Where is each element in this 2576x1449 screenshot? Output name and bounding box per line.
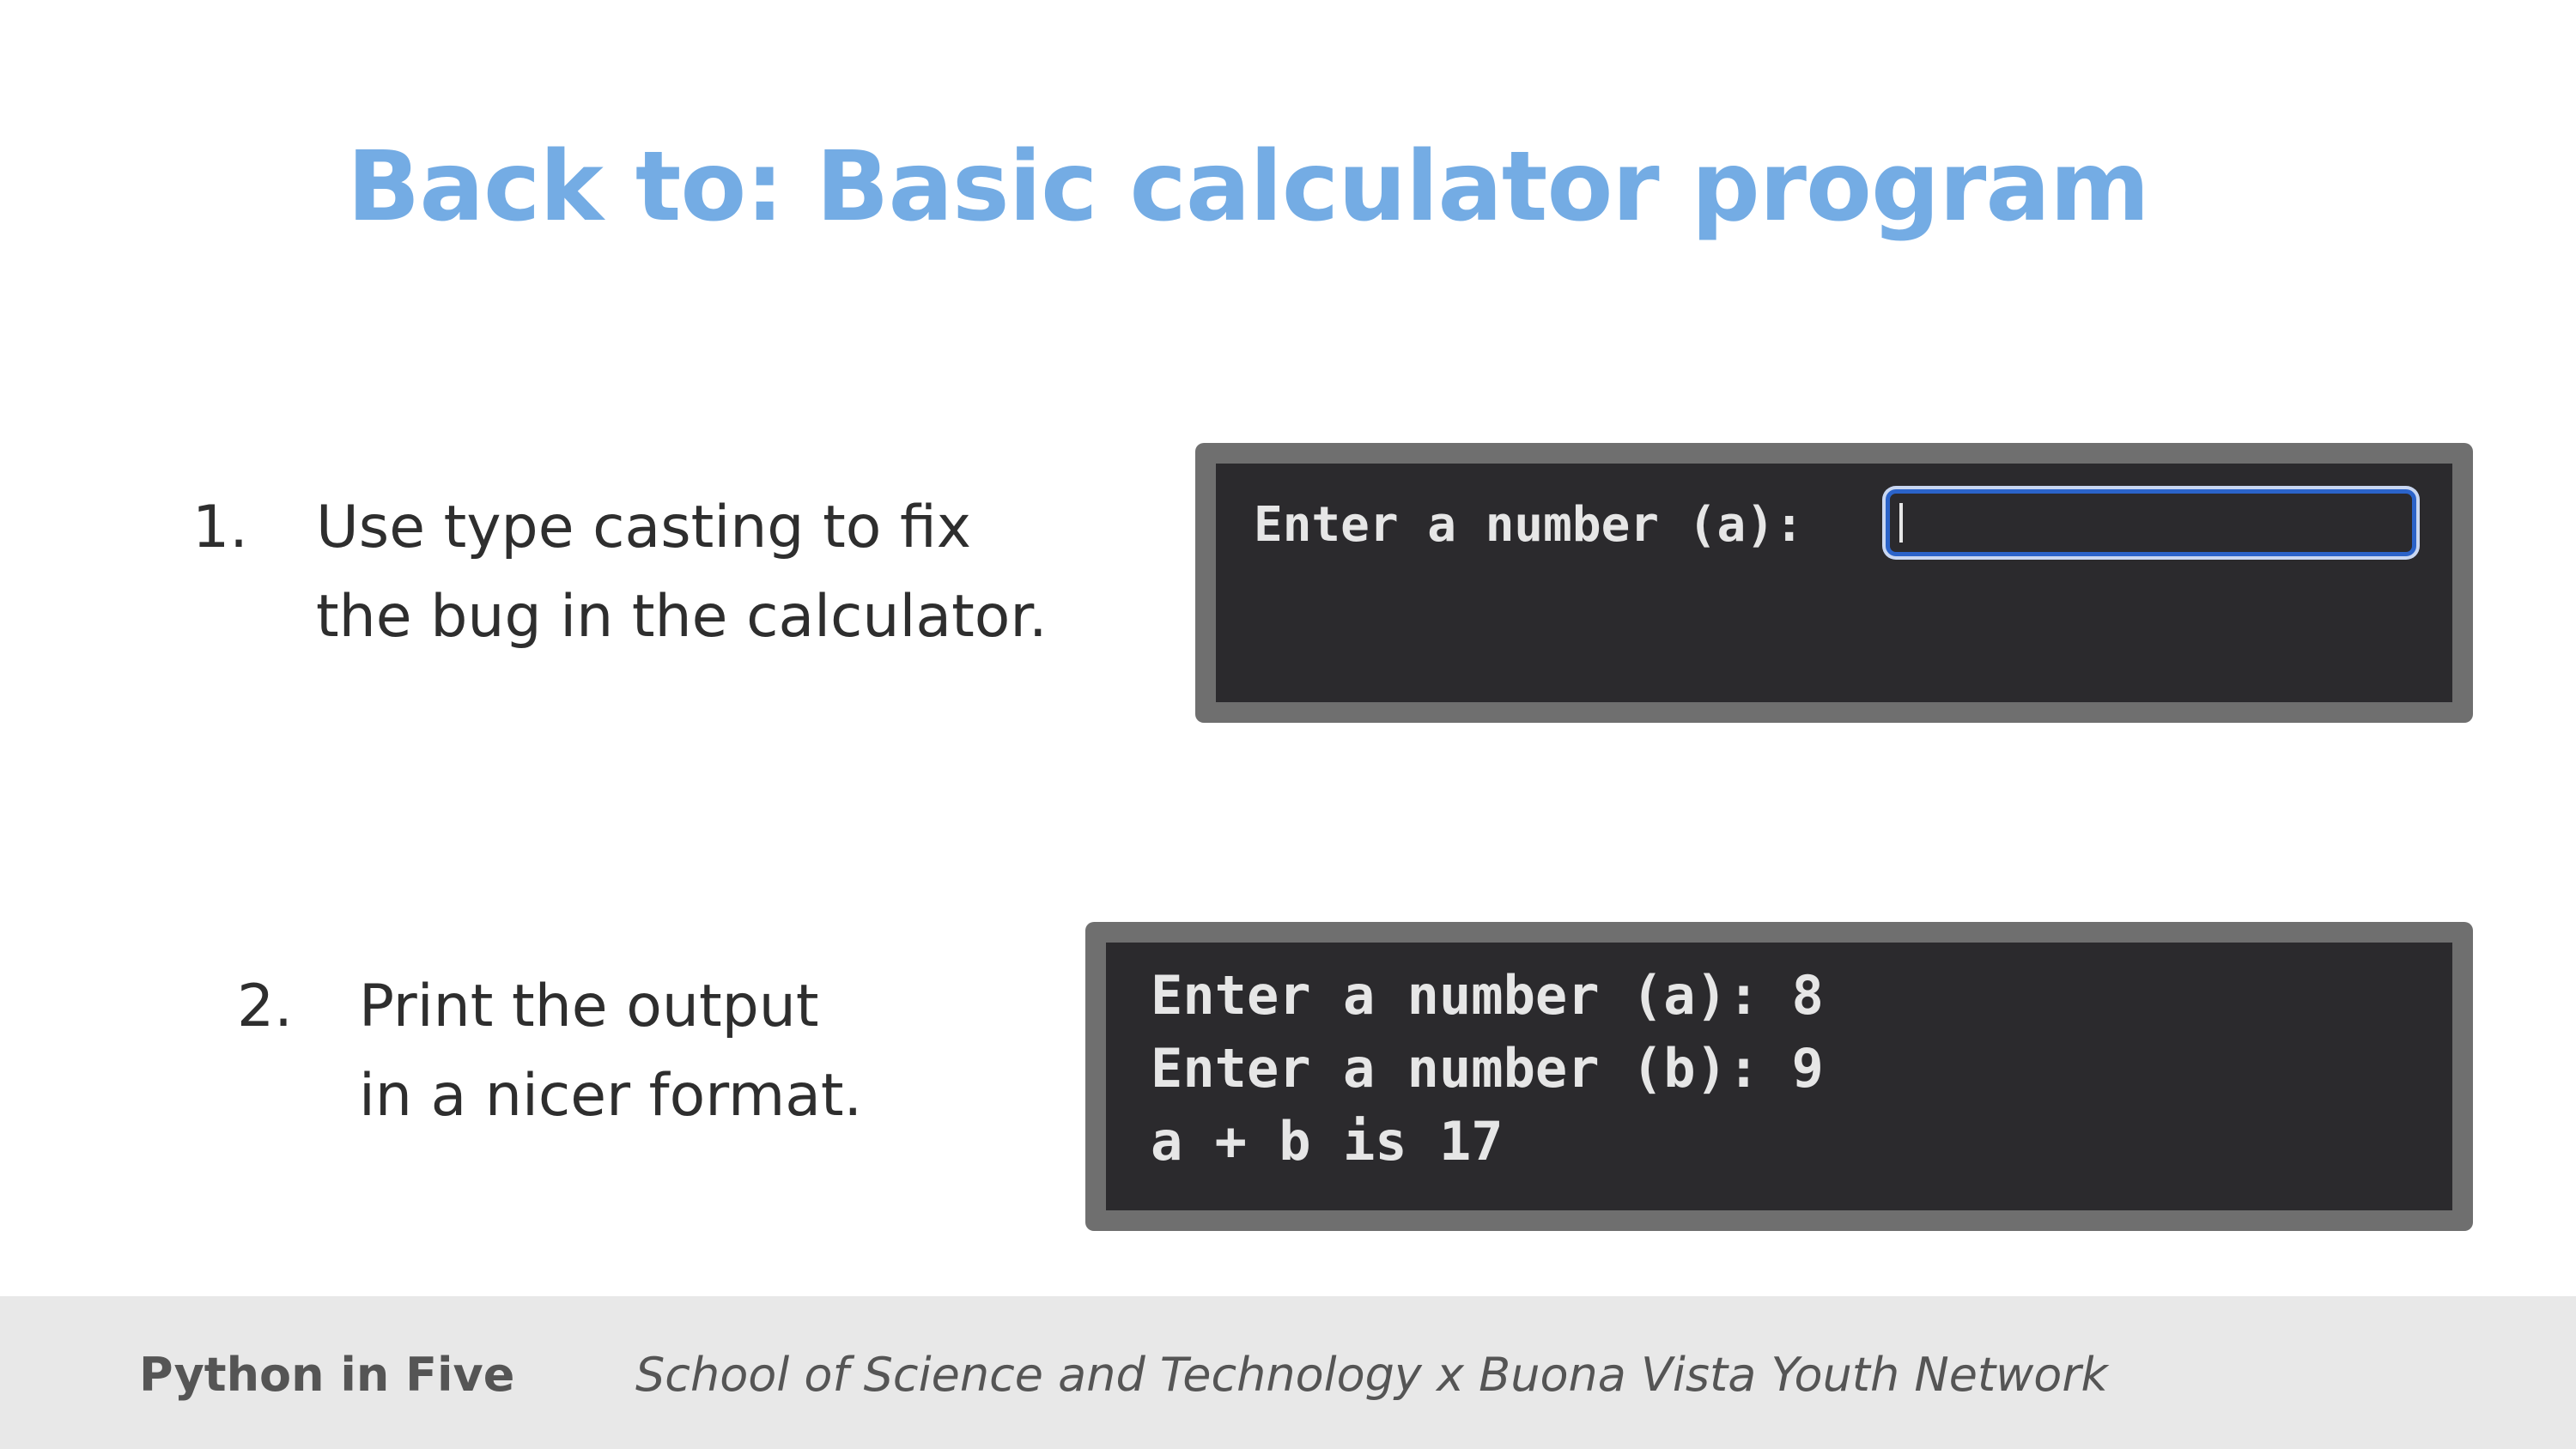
output-line: Enter a number (a): 8 bbox=[1151, 964, 1824, 1027]
terminal-screen: Enter a number (a): 8 Enter a number (b)… bbox=[1106, 943, 2452, 1210]
step-line: the bug in the calculator. bbox=[316, 583, 1048, 651]
slide-title: Back to: Basic calculator program bbox=[347, 131, 2150, 243]
number-a-input[interactable] bbox=[1886, 489, 2416, 556]
terminal-output-panel: Enter a number (a): 8 Enter a number (b)… bbox=[1085, 922, 2473, 1231]
organization-credit: School of Science and Technology x Buona… bbox=[635, 1348, 2108, 1402]
step-description: Use type casting to fix the bug in the c… bbox=[316, 483, 1048, 662]
step-line: Print the output bbox=[359, 973, 819, 1040]
step-line: Use type casting to fix bbox=[316, 494, 972, 561]
text-caret bbox=[1899, 503, 1903, 543]
step-description: Print the output in a nicer format. bbox=[359, 962, 862, 1141]
input-prompt: Enter a number (a): bbox=[1254, 497, 1804, 553]
output-line: a + b is 17 bbox=[1151, 1110, 1504, 1173]
step-number: 1. bbox=[192, 494, 248, 561]
slide-footer: Python in Five School of Science and Tec… bbox=[0, 1296, 2576, 1449]
step-number: 2. bbox=[237, 973, 293, 1040]
course-name: Python in Five bbox=[139, 1348, 515, 1402]
step-line: in a nicer format. bbox=[359, 1062, 863, 1130]
terminal-input-panel: Enter a number (a): bbox=[1195, 443, 2473, 723]
terminal-screen: Enter a number (a): bbox=[1216, 464, 2452, 702]
output-line: Enter a number (b): 9 bbox=[1151, 1037, 1824, 1100]
